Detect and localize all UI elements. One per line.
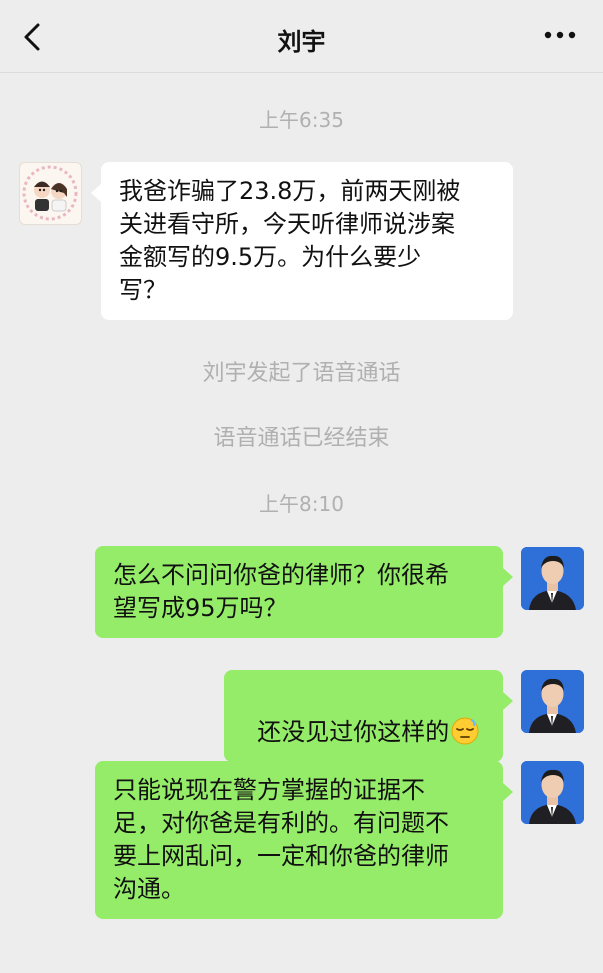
- message-bubble-peer[interactable]: 我爸诈骗了23.8万，前两天刚被 关进看守所，今天听律师说涉案 金额写的9.5万…: [91, 162, 513, 320]
- person-portrait-icon: [521, 670, 584, 733]
- person-portrait-icon: [521, 761, 584, 824]
- timestamp: 上午8:10: [259, 492, 344, 516]
- self-avatar[interactable]: [521, 670, 584, 733]
- self-avatar[interactable]: [521, 547, 584, 610]
- self-avatar[interactable]: [521, 761, 584, 824]
- timestamp: 上午6:35: [259, 108, 344, 132]
- message-bubble-self[interactable]: 怎么不问问你爸的律师？你很希 望写成95万吗？: [95, 546, 513, 638]
- chat-header: 刘宇: [0, 0, 603, 73]
- peer-avatar[interactable]: [19, 162, 82, 225]
- message-bubble-self[interactable]: 只能说现在警方掌握的证据不 足，对你爸是有利的。有问题不 要上网乱问，一定和你爸…: [95, 761, 513, 919]
- couple-cartoon-icon: [22, 165, 78, 221]
- more-dots-icon[interactable]: [543, 30, 577, 40]
- message-text: 还没见过你这样的: [257, 718, 450, 746]
- chat-title: 刘宇: [277, 28, 326, 56]
- call-ended-notice: 语音通话已经结束: [213, 426, 390, 451]
- call-started-notice: 刘宇发起了语音通话: [202, 361, 401, 386]
- person-portrait-icon: [521, 547, 584, 610]
- message-bubble-self[interactable]: 还没见过你这样的: [224, 670, 513, 762]
- sleepy-face-emoji-icon: [451, 717, 479, 745]
